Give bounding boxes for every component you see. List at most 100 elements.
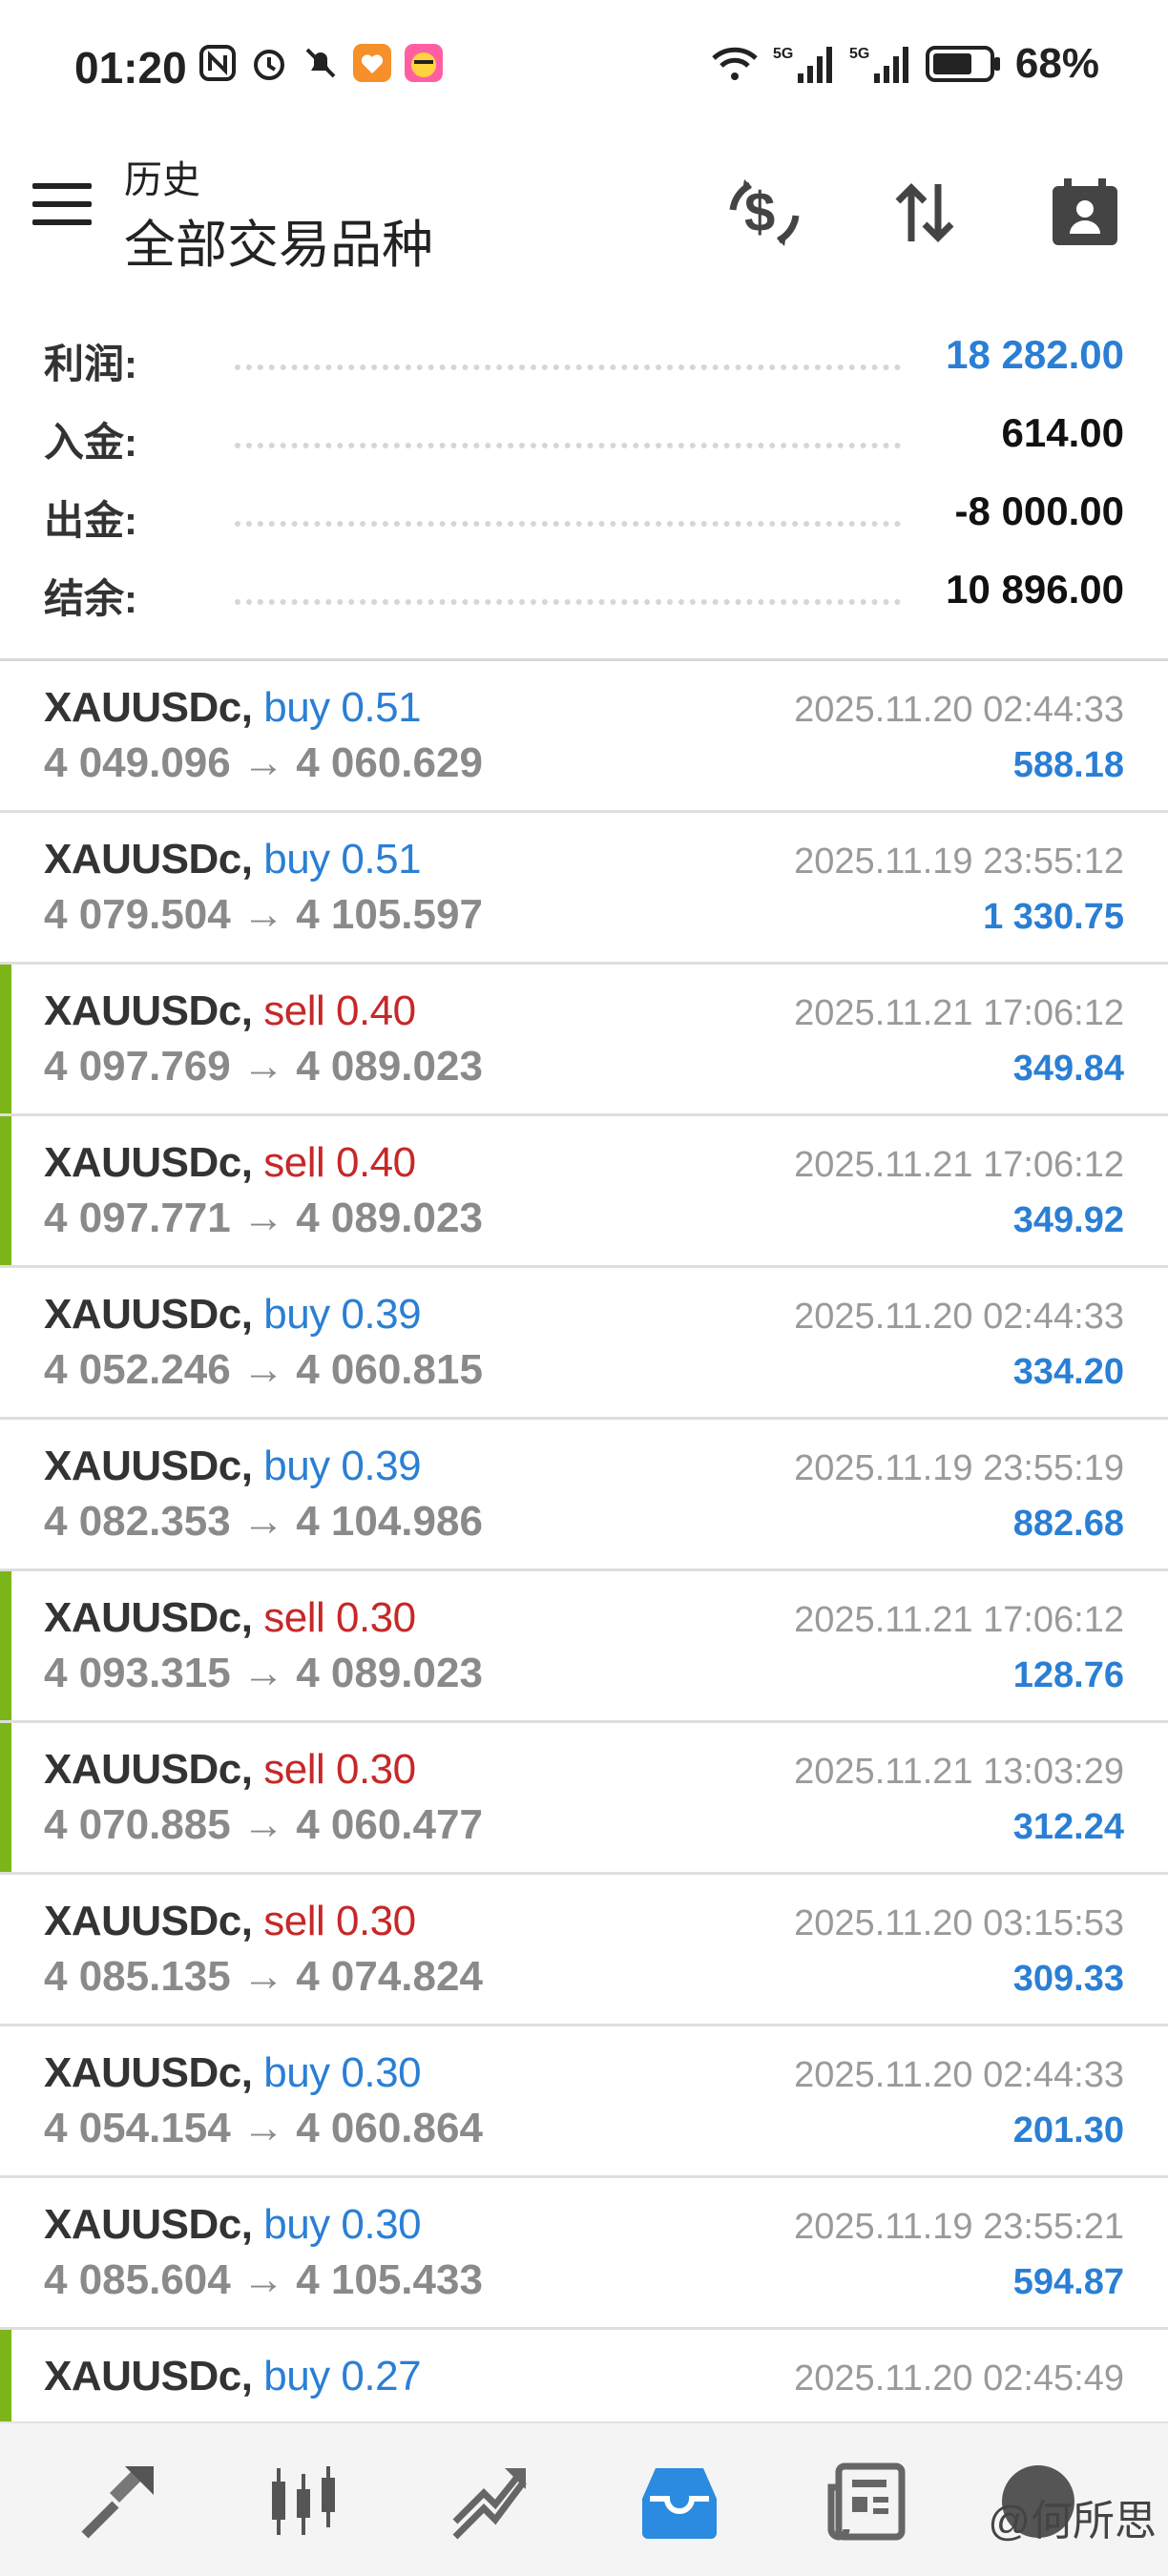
trade-symbol-line: XAUUSDc, sell 0.30 bbox=[44, 1898, 416, 1945]
trade-prices: 4 097.771 → 4 089.023 bbox=[44, 1195, 483, 1241]
svg-text:5G: 5G bbox=[849, 46, 869, 62]
app-heart-icon bbox=[353, 44, 391, 82]
trade-symbol-line: XAUUSDc, sell 0.30 bbox=[44, 1594, 416, 1642]
status-right: 5G 5G 68% bbox=[710, 40, 1099, 88]
trade-history-list: XAUUSDc, buy 0.51 4 049.096 → 4 060.629 20… bbox=[0, 661, 1168, 2482]
trade-row[interactable]: XAUUSDc, buy 0.30 4 054.154 → 4 060.864 20… bbox=[0, 2026, 1168, 2178]
nav-trade[interactable] bbox=[445, 2456, 536, 2547]
mute-icon bbox=[305, 48, 336, 78]
trade-row[interactable]: XAUUSDc, sell 0.30 4 093.315 → 4 089.023 2… bbox=[0, 1571, 1168, 1723]
svg-text:5G: 5G bbox=[773, 46, 793, 62]
summary-row-withdrawal: 出金: -8 000.00 bbox=[0, 481, 1168, 559]
trade-side: buy 0.39 bbox=[263, 1291, 422, 1338]
summary-label: 入金: bbox=[44, 420, 137, 465]
trade-row[interactable]: XAUUSDc, buy 0.39 4 052.246 → 4 060.815 20… bbox=[0, 1268, 1168, 1420]
trade-symbol: XAUUSDc, bbox=[44, 1594, 253, 1641]
trade-row[interactable]: XAUUSDc, sell 0.40 4 097.769 → 4 089.023 2… bbox=[0, 965, 1168, 1116]
trade-time: 2025.11.20 02:44:33 bbox=[794, 2055, 1124, 2095]
battery-percent: 68% bbox=[1014, 40, 1099, 87]
trade-symbol-line: XAUUSDc, buy 0.39 bbox=[44, 1443, 422, 1490]
summary-value: -8 000.00 bbox=[954, 488, 1124, 533]
leader-dots bbox=[235, 599, 901, 605]
trade-row[interactable]: XAUUSDc, buy 0.30 4 085.604 → 4 105.433 20… bbox=[0, 2178, 1168, 2330]
wifi-icon bbox=[712, 47, 758, 80]
trade-symbol: XAUUSDc, bbox=[44, 1443, 253, 1489]
notification-icons bbox=[198, 44, 443, 82]
trade-row[interactable]: XAUUSDc, sell 0.40 4 097.771 → 4 089.023 2… bbox=[0, 1116, 1168, 1268]
summary-value: 614.00 bbox=[1001, 410, 1124, 455]
trade-profit: 128.76 bbox=[1012, 1655, 1124, 1695]
trade-side: sell 0.40 bbox=[263, 1139, 416, 1186]
trade-side: buy 0.51 bbox=[263, 836, 422, 883]
sort-button[interactable] bbox=[882, 170, 968, 256]
trade-profit: 349.84 bbox=[1012, 1049, 1124, 1089]
trade-profit: 882.68 bbox=[1012, 1504, 1124, 1544]
trade-row[interactable]: XAUUSDc, buy 0.39 4 082.353 → 4 104.986 20… bbox=[0, 1420, 1168, 1571]
trade-profit: 1 330.75 bbox=[983, 897, 1124, 937]
trade-side: sell 0.30 bbox=[263, 1746, 416, 1793]
trade-prices: 4 097.769 → 4 089.023 bbox=[44, 1043, 483, 1090]
trade-symbol: XAUUSDc, bbox=[44, 2353, 253, 2399]
summary-row-balance: 结余: 10 896.00 bbox=[0, 559, 1168, 637]
trade-time: 2025.11.20 02:44:33 bbox=[794, 1297, 1124, 1337]
nav-quotes[interactable] bbox=[73, 2456, 164, 2547]
history-icon bbox=[642, 2468, 717, 2539]
calendar-contact-icon bbox=[1053, 178, 1117, 245]
summary-label: 结余: bbox=[44, 576, 137, 621]
menu-icon bbox=[32, 183, 92, 189]
page-title[interactable]: 全部交易品种 bbox=[124, 202, 433, 278]
trade-time: 2025.11.21 17:06:12 bbox=[794, 1600, 1124, 1640]
summary-row-deposit: 入金: 614.00 bbox=[0, 403, 1168, 481]
trade-symbol-line: XAUUSDc, sell 0.40 bbox=[44, 987, 416, 1035]
news-icon bbox=[827, 2462, 906, 2541]
position-marker bbox=[0, 1723, 11, 1872]
nav-news[interactable] bbox=[821, 2456, 912, 2547]
signal-5g-icon: 5G bbox=[773, 46, 832, 83]
trade-time: 2025.11.19 23:55:21 bbox=[794, 2207, 1124, 2247]
calendar-contact-button[interactable] bbox=[1042, 170, 1128, 256]
trade-row[interactable]: XAUUSDc, buy 0.51 4 049.096 → 4 060.629 20… bbox=[0, 661, 1168, 813]
currency-exchange-button[interactable]: $ bbox=[721, 170, 807, 256]
trade-symbol: XAUUSDc, bbox=[44, 2201, 253, 2248]
nav-history[interactable] bbox=[634, 2456, 725, 2547]
nav-chart[interactable] bbox=[258, 2456, 349, 2547]
trade-symbol-line: XAUUSDc, buy 0.27 bbox=[44, 2353, 422, 2400]
trade-symbol: XAUUSDc, bbox=[44, 1139, 253, 1186]
svg-text:$: $ bbox=[744, 181, 775, 243]
trade-prices: 4 049.096 → 4 060.629 bbox=[44, 739, 483, 786]
trade-profit: 349.92 bbox=[1012, 1200, 1124, 1240]
trade-symbol-line: XAUUSDc, buy 0.39 bbox=[44, 1291, 422, 1339]
trade-symbol: XAUUSDc, bbox=[44, 1898, 253, 1944]
trade-side: sell 0.30 bbox=[263, 1898, 416, 1944]
leader-dots bbox=[235, 443, 901, 448]
trade-row[interactable]: XAUUSDc, buy 0.51 4 079.504 → 4 105.597 20… bbox=[0, 813, 1168, 965]
trade-time: 2025.11.21 17:06:12 bbox=[794, 1145, 1124, 1185]
status-bar: 01:20 5G 5G 68% bbox=[0, 0, 1168, 134]
trade-prices: 4 054.154 → 4 060.864 bbox=[44, 2105, 483, 2151]
trade-side: buy 0.39 bbox=[263, 1443, 422, 1489]
trade-symbol: XAUUSDc, bbox=[44, 684, 253, 731]
trade-profit: 312.24 bbox=[1012, 1807, 1124, 1847]
trade-side: sell 0.40 bbox=[263, 987, 416, 1034]
page-subtitle: 历史 bbox=[124, 159, 200, 201]
trade-time: 2025.11.19 23:55:12 bbox=[794, 841, 1124, 882]
currency-exchange-icon: $ bbox=[729, 179, 800, 246]
trade-time: 2025.11.21 17:06:12 bbox=[794, 993, 1124, 1033]
trade-prices: 4 085.604 → 4 105.433 bbox=[44, 2256, 483, 2303]
trade-prices: 4 070.885 → 4 060.477 bbox=[44, 1801, 483, 1848]
account-summary: 利润: 18 282.00 入金: 614.00 出金: -8 000.00 结… bbox=[0, 324, 1168, 637]
leader-dots bbox=[235, 521, 901, 527]
position-marker bbox=[0, 965, 11, 1113]
menu-button[interactable] bbox=[32, 183, 92, 231]
trade-profit: 334.20 bbox=[1012, 1352, 1124, 1392]
trade-side: buy 0.30 bbox=[263, 2201, 422, 2248]
trade-row[interactable]: XAUUSDc, sell 0.30 4 085.135 → 4 074.824 2… bbox=[0, 1875, 1168, 2026]
app-face-icon bbox=[405, 44, 443, 82]
trade-symbol: XAUUSDc, bbox=[44, 987, 253, 1034]
quotes-icon bbox=[81, 2466, 154, 2539]
trade-row[interactable]: XAUUSDc, sell 0.30 4 070.885 → 4 060.477 2… bbox=[0, 1723, 1168, 1875]
trade-time: 2025.11.20 02:45:49 bbox=[794, 2358, 1124, 2399]
chart-icon bbox=[272, 2466, 335, 2535]
trade-symbol-line: XAUUSDc, buy 0.51 bbox=[44, 836, 422, 883]
trade-symbol: XAUUSDc, bbox=[44, 2049, 253, 2096]
